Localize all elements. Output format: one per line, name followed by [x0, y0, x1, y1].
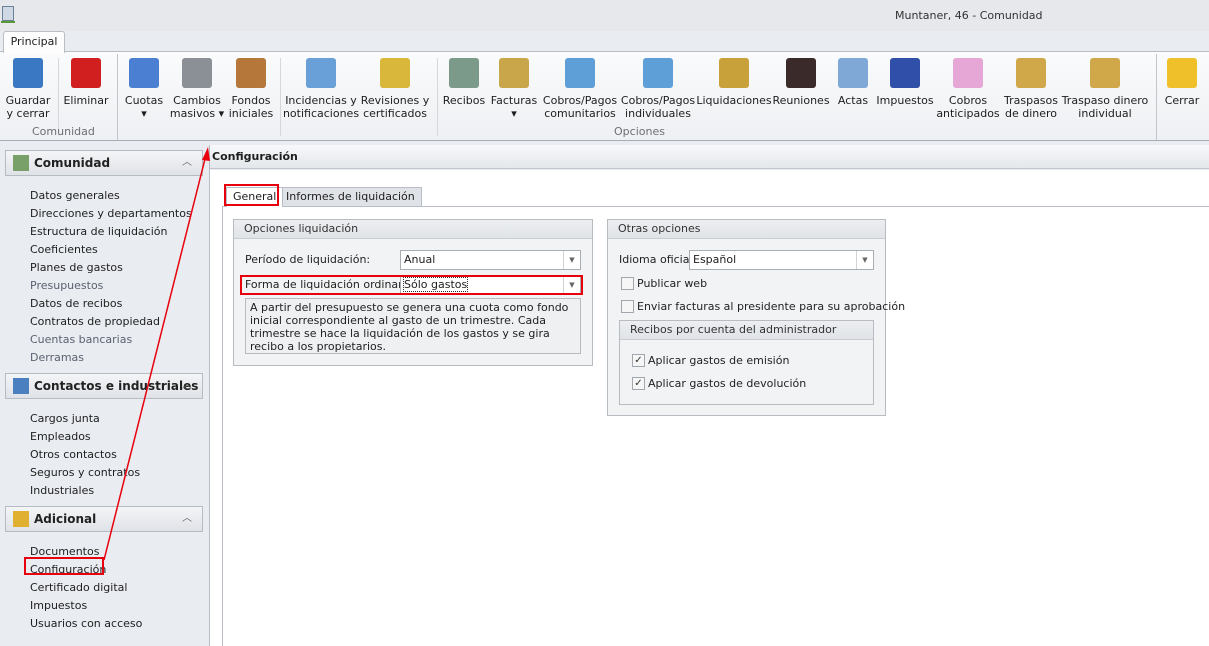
- money-transfer-person-icon: [1090, 58, 1120, 88]
- sidebar-item[interactable]: Direcciones y departamentos: [30, 207, 192, 221]
- sidebar-item[interactable]: Coeficientes: [30, 243, 98, 257]
- page-title: Configuración: [210, 145, 1209, 169]
- sidebar-item[interactable]: Cuentas bancarias: [30, 333, 132, 347]
- publicar-web-checkbox[interactable]: [621, 277, 634, 290]
- sidebar-item[interactable]: Planes de gastos: [30, 261, 123, 275]
- red-x-delete-icon: [71, 58, 101, 88]
- group-title: Recibos por cuenta del administrador: [620, 321, 873, 340]
- periodo-select[interactable]: Anual ▼: [400, 250, 581, 270]
- button-label-2: individual: [1078, 107, 1132, 120]
- group-label-comunidad: Comunidad: [32, 125, 95, 138]
- idioma-select[interactable]: Español ▼: [689, 250, 874, 270]
- sidebar-item[interactable]: Datos generales: [30, 189, 120, 203]
- annotation-box-configuracion: [24, 557, 104, 575]
- sidebar-item[interactable]: Industriales: [30, 484, 94, 498]
- sidebar-item[interactable]: Certificado digital: [30, 581, 127, 595]
- sidebar-item[interactable]: Impuestos: [30, 599, 87, 613]
- periodo-value: Anual: [404, 253, 436, 266]
- sidebar-item[interactable]: Seguros y contratos: [30, 466, 140, 480]
- forma-description: A partir del presupuesto se genera una c…: [245, 298, 581, 354]
- building-icon: [13, 155, 29, 171]
- gastos-emision-checkbox[interactable]: ✓: [632, 354, 645, 367]
- annotation-box-general: [224, 184, 279, 206]
- piggy-bank-icon: [953, 58, 983, 88]
- tab-informes-liquidacion[interactable]: Informes de liquidación: [279, 187, 422, 207]
- group-title: Opciones liquidación: [234, 220, 592, 239]
- chevron-up-icon[interactable]: ︿: [182, 151, 192, 175]
- button-label-2: y cerrar: [6, 107, 50, 120]
- sidebar-item[interactable]: Usuarios con acceso: [30, 617, 142, 631]
- annotation-box-forma: [240, 275, 583, 295]
- group-label-opciones: Opciones: [614, 125, 665, 138]
- ribbon: Comunidad Opciones Guardar y cerrar Elimin…: [0, 51, 1209, 141]
- sidebar-item[interactable]: Datos de recibos: [30, 297, 122, 311]
- gastos-emision-label: Aplicar gastos de emisión: [648, 354, 790, 367]
- sidebar-item[interactable]: Otros contactos: [30, 448, 117, 462]
- enviar-facturas-checkbox[interactable]: [621, 300, 634, 313]
- calculator-person-icon: [643, 58, 673, 88]
- enviar-facturas-label: Enviar facturas al presidente para su ap…: [637, 300, 906, 313]
- floppy-save-icon: [13, 58, 43, 88]
- chevron-up-icon[interactable]: ︿: [182, 374, 192, 398]
- sidebar-section-2[interactable]: Adicional ︿: [5, 506, 203, 532]
- section-title: Adicional: [34, 512, 97, 526]
- publicar-web-label: Publicar web: [637, 277, 708, 290]
- button-label: Cobros/Pagos: [542, 94, 618, 107]
- sidebar-item[interactable]: Contratos de propiedad: [30, 315, 160, 329]
- section-title: Comunidad: [34, 156, 111, 170]
- button-label-2: comunitarios: [544, 107, 616, 120]
- window-title: Muntaner, 46 - Comunidad: [895, 9, 1043, 22]
- sidebar-section-1[interactable]: Contactos e industriales ︿: [5, 373, 203, 399]
- document-seal-icon: [719, 58, 749, 88]
- database-icon: [13, 511, 29, 527]
- gastos-devolucion-checkbox[interactable]: ✓: [632, 377, 645, 390]
- button-label-2: certificados: [363, 107, 427, 120]
- folder-close-icon: [1167, 58, 1197, 88]
- calculator-icon: [565, 58, 595, 88]
- ribbon-button-cerrar[interactable]: Cerrar: [1137, 56, 1209, 107]
- sidebar-item[interactable]: Derramas: [30, 351, 84, 365]
- sidebar-item[interactable]: Estructura de liquidación: [30, 225, 167, 239]
- ribbon-button-cobros-pagos[interactable]: Cobros/Pagos comunitarios: [535, 56, 625, 120]
- money-transfer-icon: [1016, 58, 1046, 88]
- chevron-down-icon[interactable]: ▼: [856, 251, 873, 269]
- button-label-2: individuales: [625, 107, 691, 120]
- chevron-up-icon[interactable]: ︿: [182, 507, 192, 531]
- button-label: Cerrar: [1164, 94, 1200, 107]
- invoice-coins-icon: [499, 58, 529, 88]
- sidebar-item[interactable]: Cargos junta: [30, 412, 100, 426]
- tax-agency-icon: [890, 58, 920, 88]
- chevron-down-icon[interactable]: ▼: [563, 251, 580, 269]
- scales-icon: [236, 58, 266, 88]
- idioma-value: Español: [693, 253, 737, 266]
- people-icon: [13, 378, 29, 394]
- ribbon-tab-principal[interactable]: Principal: [3, 31, 65, 53]
- periodo-label: Período de liquidación:: [245, 253, 371, 266]
- title-bar: Muntaner, 46 - Comunidad: [0, 0, 1209, 31]
- sidebar-item[interactable]: Empleados: [30, 430, 91, 444]
- sidebar-section-0[interactable]: Comunidad ︿: [5, 150, 203, 176]
- sidebar-item[interactable]: Presupuestos: [30, 279, 103, 293]
- idioma-label: Idioma oficial:: [619, 253, 697, 266]
- app-building-icon: [1, 6, 15, 23]
- section-title: Contactos e industriales: [34, 379, 199, 393]
- group-title: Otras opciones: [608, 220, 885, 239]
- notebook-bell-icon: [380, 58, 410, 88]
- clipboard-check-icon: [306, 58, 336, 88]
- gastos-devolucion-label: Aplicar gastos de devolución: [648, 377, 807, 390]
